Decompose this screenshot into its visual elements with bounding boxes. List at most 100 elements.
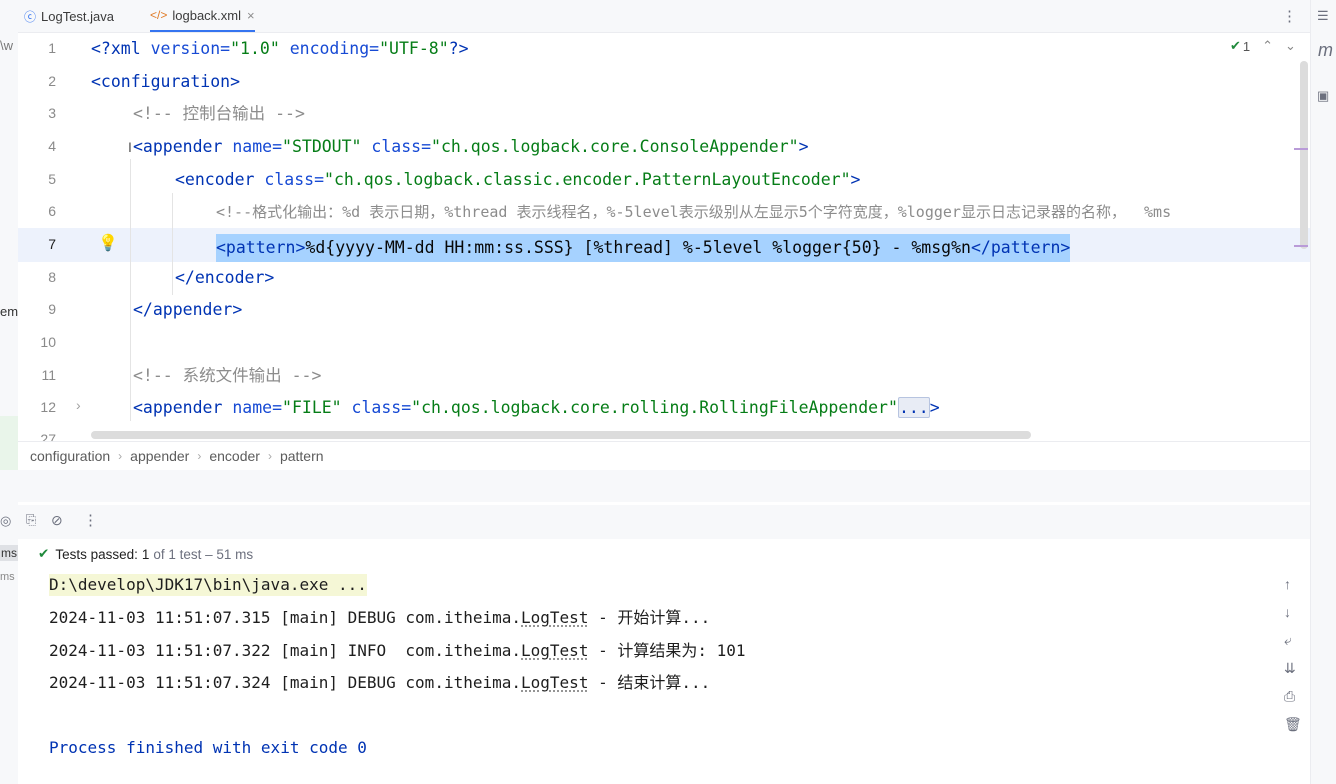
chevron-right-icon: › [267, 449, 272, 463]
value-class: "ch.qos.logback.classic.encoder.PatternL… [324, 170, 851, 189]
line-number: 11 [41, 367, 56, 383]
tag-open: <pattern> [216, 238, 306, 257]
code-line-3: <!-- 控制台输出 --> [133, 104, 305, 123]
check-icon: ✔ [1230, 38, 1241, 53]
chevron-up-icon[interactable]: ⌃ [1262, 38, 1273, 54]
console-output[interactable]: D:\develop\JDK17\bin\java.exe ... 2024-1… [36, 568, 1274, 784]
code-line-12: <appender name="FILE" class="ch.qos.logb… [133, 397, 940, 419]
run-toolbar: ◎ ⎘ ⊘ ⋮ [0, 505, 1310, 539]
cut-text-fragment: em [0, 304, 19, 319]
console-line: 2024-11-03 11:51:07.322 [main] INFO com.… [49, 640, 746, 662]
class-link[interactable]: LogTest [521, 641, 588, 660]
code-line-7: <pattern>%d{yyyy-MM-dd HH:mm:ss.SSS} [%t… [216, 234, 1071, 262]
line-number: 7 [48, 236, 56, 252]
breadcrumb-item[interactable]: pattern [280, 448, 324, 464]
breadcrumb-item[interactable]: configuration [30, 448, 110, 464]
maven-icon[interactable]: m [1318, 40, 1333, 61]
class-link[interactable]: LogTest [521, 673, 588, 692]
more-options-icon[interactable]: ⋮ [83, 511, 98, 529]
tag-close: </pattern> [970, 238, 1071, 257]
folded-region[interactable]: ... [897, 397, 930, 418]
pi-close: ?> [448, 39, 469, 58]
tab-logback-xml[interactable]: </> logback.xml × [150, 0, 255, 32]
value-class: "ch.qos.logback.core.ConsoleAppender" [431, 137, 799, 156]
breadcrumb-item[interactable]: appender [130, 448, 189, 464]
tag: <appender [133, 137, 223, 156]
editor-tab-bar: ⓒ LogTest.java </> logback.xml × ⋮ [0, 0, 1310, 33]
breadcrumb-item[interactable]: encoder [209, 448, 260, 464]
soft-wrap-icon[interactable]: ⤶ [1284, 632, 1292, 649]
fold-arrow-icon[interactable]: › [76, 397, 81, 413]
console-tools: ↑ ↓ ⤶ ⇊ ⎙ 🗑 [1274, 568, 1310, 784]
indent-guide [172, 193, 173, 295]
value-name: "STDOUT" [282, 137, 362, 156]
tests-status-bar: ✔ Tests passed: 1 of 1 test – 51 ms [18, 540, 1310, 568]
code-line-8: </encoder> [175, 268, 275, 287]
line-number: 4 [48, 138, 56, 154]
attr-class: class= [361, 137, 432, 156]
class-link[interactable]: LogTest [521, 608, 588, 627]
changed-marker [0, 416, 18, 476]
history-icon[interactable]: ⊘ [51, 512, 63, 529]
line-number: 27 [40, 431, 56, 441]
close-icon[interactable]: × [247, 8, 255, 23]
cut-text-fragment: ms [0, 545, 18, 561]
database-icon[interactable]: ☰ [1317, 8, 1329, 24]
vertical-scrollbar[interactable] [1300, 61, 1308, 249]
breadcrumb: configuration › appender › encoder › pat… [18, 441, 1310, 470]
indent-guide [130, 159, 131, 421]
camera-icon[interactable]: ◎ [0, 513, 11, 529]
more-options-icon[interactable]: ⋮ [1282, 7, 1297, 25]
java-class-icon: ⓒ [24, 9, 37, 24]
code-line-2: <configuration> [91, 72, 241, 91]
tag-end: > [850, 170, 861, 189]
log-message: - 结束计算... [588, 673, 711, 692]
scroll-to-end-icon[interactable]: ⇊ [1284, 660, 1296, 677]
error-stripe-mark [1294, 148, 1308, 150]
cut-text-fragment: \w [0, 38, 13, 53]
code-editor[interactable]: 1 2 3 4 5 6 7 8 9 10 11 12 27 💡 › I <?xm… [18, 33, 1310, 441]
line-number: 9 [48, 301, 56, 317]
line-number: 10 [40, 334, 56, 350]
export-icon[interactable]: ⎘ [26, 512, 36, 528]
line-number: 6 [48, 203, 56, 219]
arrow-up-icon[interactable]: ↑ [1284, 576, 1291, 592]
attr-class: class= [254, 170, 325, 189]
console-line: 2024-11-03 11:51:07.315 [main] DEBUG com… [49, 607, 710, 629]
attr-name: name= [222, 398, 283, 417]
right-tool-strip: ☰ m ▣ [1310, 0, 1336, 784]
inspection-widget[interactable]: ✔ 1 ⌃ ⌄ [1230, 38, 1296, 54]
tag-end: > [798, 137, 809, 156]
tab-label: LogTest.java [41, 8, 115, 24]
panel-splitter[interactable] [0, 470, 1310, 502]
log-prefix: 2024-11-03 11:51:07.322 [main] INFO com.… [49, 641, 522, 660]
log-message: - 开始计算... [588, 608, 711, 627]
horizontal-scrollbar[interactable] [91, 431, 1031, 439]
line-number: 5 [48, 171, 56, 187]
arrow-down-icon[interactable]: ↓ [1284, 604, 1291, 620]
attr-encoding: encoding= [279, 39, 380, 58]
tab-logtest-java[interactable]: ⓒ LogTest.java [24, 0, 114, 32]
tests-detail: of 1 test – 51 ms [153, 546, 254, 562]
print-icon[interactable]: ⎙ [1284, 688, 1295, 705]
pi-xml: xml [110, 39, 141, 58]
code-line-5: <encoder class="ch.qos.logback.classic.e… [175, 169, 860, 191]
line-number: 1 [48, 40, 56, 56]
xml-file-icon: </> [150, 8, 168, 22]
lightbulb-icon[interactable]: 💡 [98, 233, 118, 253]
error-stripe-mark [1294, 245, 1308, 247]
attr-version: version= [140, 39, 231, 58]
line-number: 2 [48, 73, 56, 89]
tag-end: > [929, 398, 940, 417]
chevron-down-icon[interactable]: ⌄ [1285, 38, 1296, 54]
trash-icon[interactable]: 🗑 [1284, 716, 1302, 733]
pi-open: <? [91, 39, 111, 58]
left-tool-strip: \w em ms ms [0, 32, 18, 784]
code-line-1: <?xml version="1.0" encoding="UTF-8"?> [91, 38, 469, 60]
line-number: 3 [48, 105, 56, 121]
code-line-6: <!--格式化输出：%d 表示日期，%thread 表示线程名，%-5level… [216, 203, 1172, 221]
console-line: 2024-11-03 11:51:07.324 [main] DEBUG com… [49, 672, 710, 694]
chevron-right-icon: › [197, 449, 202, 463]
tag: <encoder [175, 170, 255, 189]
notifications-icon[interactable]: ▣ [1317, 88, 1329, 104]
